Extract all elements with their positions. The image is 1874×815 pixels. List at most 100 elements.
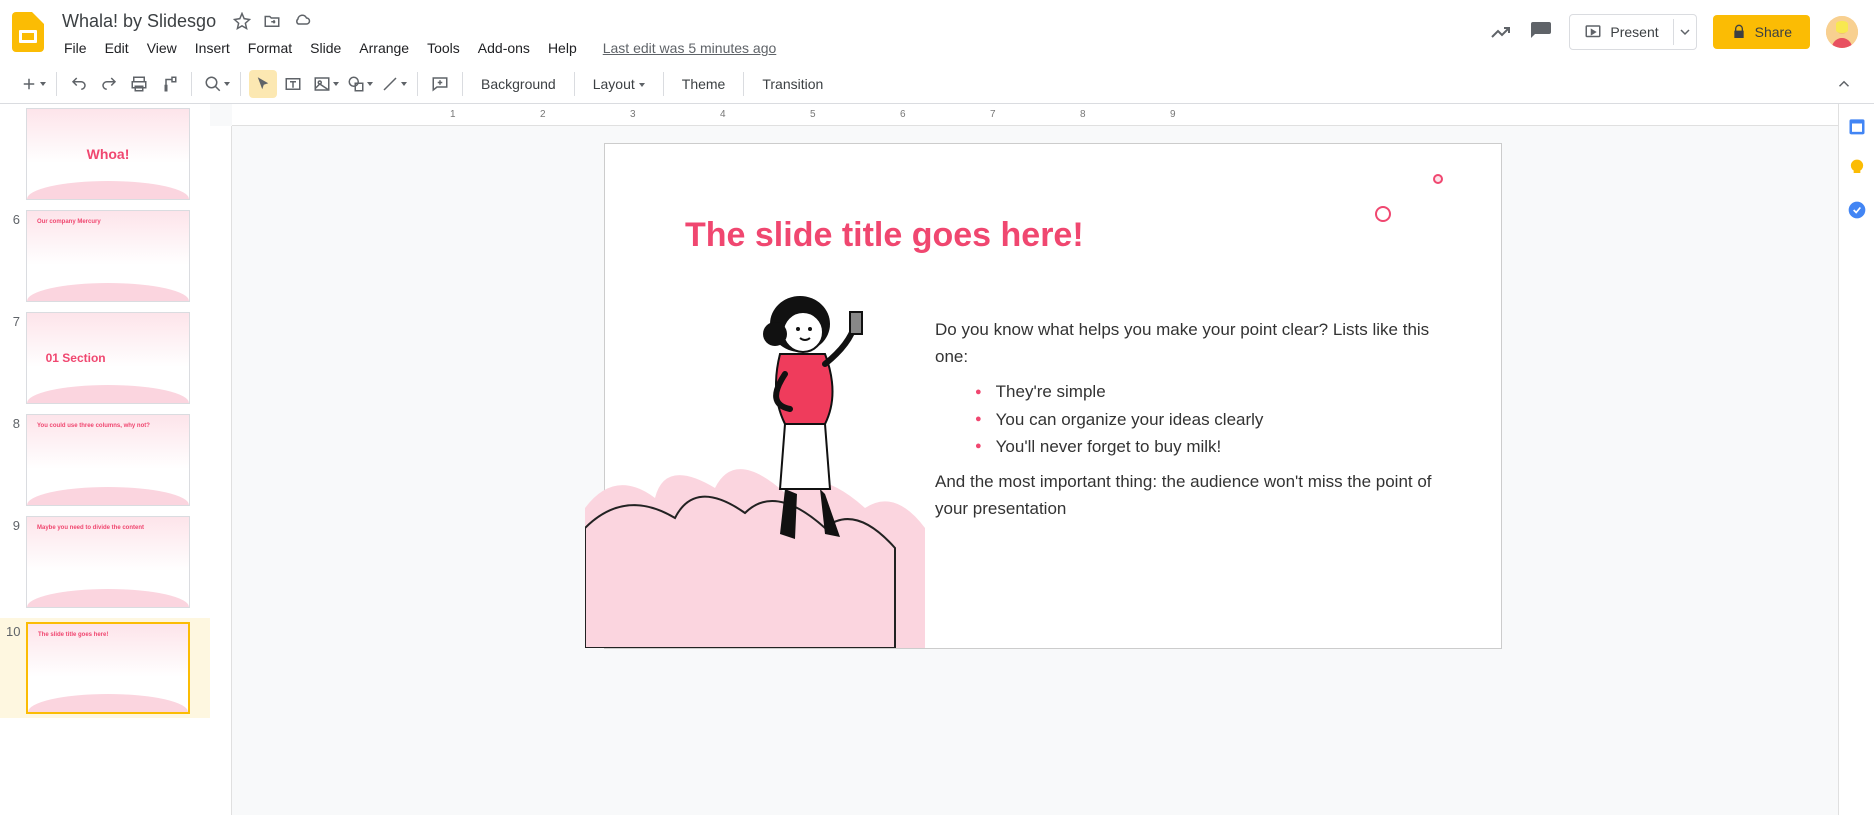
title-area: Whala! by Slidesgo File Edit View Insert… — [56, 8, 1489, 62]
vertical-ruler — [210, 126, 232, 815]
filmstrip-slide[interactable]: 7 01 Section — [0, 312, 210, 404]
slides-logo-icon[interactable] — [8, 12, 48, 52]
separator — [417, 72, 418, 96]
thumbnail-title: The slide title goes here! — [38, 632, 108, 638]
keep-addon-icon[interactable] — [1847, 158, 1867, 178]
slide-body[interactable]: Do you know what helps you make your poi… — [935, 316, 1441, 522]
filmstrip-slide[interactable]: Whoa! — [0, 108, 210, 200]
separator — [191, 72, 192, 96]
thumbnail-title: Maybe you need to divide the content — [37, 525, 144, 531]
tasks-addon-icon[interactable] — [1847, 200, 1867, 220]
collapse-toolbar-button[interactable] — [1830, 70, 1858, 98]
ruler-mark: 8 — [1080, 109, 1086, 120]
present-button[interactable]: Present — [1570, 15, 1672, 49]
thumbnail-title: Whoa! — [87, 146, 130, 162]
paint-format-button[interactable] — [155, 70, 183, 98]
account-avatar[interactable] — [1826, 16, 1858, 48]
lock-icon — [1731, 24, 1747, 40]
menu-help[interactable]: Help — [540, 36, 585, 60]
filmstrip-slide[interactable]: 10 The slide title goes here! — [0, 618, 210, 718]
comment-button[interactable] — [426, 70, 454, 98]
main-area: Whoa!6Our company Mercury701 Section8You… — [0, 104, 1874, 815]
slide-thumbnail[interactable]: Whoa! — [26, 108, 190, 200]
slide-number: 9 — [6, 516, 26, 533]
slide-canvas[interactable]: The slide title goes here! Do you know w… — [605, 144, 1501, 648]
slide-thumbnail[interactable]: 01 Section — [26, 312, 190, 404]
thumbnail-title: 01 Section — [46, 351, 106, 365]
ruler-mark: 3 — [630, 109, 636, 120]
bullet-item: You'll never forget to buy milk! — [975, 433, 1441, 460]
cloud-status-icon[interactable] — [292, 11, 312, 31]
slide-number: 10 — [6, 622, 26, 639]
share-button[interactable]: Share — [1713, 15, 1810, 49]
filmstrip-slide[interactable]: 6Our company Mercury — [0, 210, 210, 302]
shape-tool[interactable] — [343, 70, 375, 98]
ruler-mark: 7 — [990, 109, 996, 120]
menu-edit[interactable]: Edit — [97, 36, 137, 60]
canvas-viewport[interactable]: The slide title goes here! Do you know w… — [232, 126, 1874, 815]
present-dropdown[interactable] — [1673, 19, 1696, 45]
separator — [743, 72, 744, 96]
filmstrip[interactable]: Whoa!6Our company Mercury701 Section8You… — [0, 104, 210, 815]
image-tool[interactable] — [309, 70, 341, 98]
transition-button[interactable]: Transition — [752, 76, 833, 92]
slide-number: 7 — [6, 312, 26, 329]
slide-thumbnail[interactable]: Our company Mercury — [26, 210, 190, 302]
layout-button[interactable]: Layout — [583, 76, 655, 92]
comments-icon[interactable] — [1529, 20, 1553, 44]
last-edit-link[interactable]: Last edit was 5 minutes ago — [603, 40, 777, 56]
present-label: Present — [1610, 24, 1658, 40]
slide-thumbnail[interactable]: Maybe you need to divide the content — [26, 516, 190, 608]
header-actions: Present Share — [1489, 8, 1858, 50]
filmstrip-slide[interactable]: 8 You could use three columns, why not? — [0, 414, 210, 506]
slide-thumbnail[interactable]: The slide title goes here! — [26, 622, 190, 714]
calendar-addon-icon[interactable] — [1847, 116, 1867, 136]
present-icon — [1584, 23, 1602, 41]
star-icon[interactable] — [232, 11, 252, 31]
slide-title[interactable]: The slide title goes here! — [685, 216, 1084, 255]
select-tool[interactable] — [249, 70, 277, 98]
slide-thumbnail[interactable]: You could use three columns, why not? — [26, 414, 190, 506]
ruler-mark: 2 — [540, 109, 546, 120]
horizontal-ruler: 123456789 — [232, 104, 1874, 126]
theme-button[interactable]: Theme — [672, 76, 736, 92]
move-folder-icon[interactable] — [262, 11, 282, 31]
menu-insert[interactable]: Insert — [187, 36, 238, 60]
line-tool[interactable] — [377, 70, 409, 98]
separator — [240, 72, 241, 96]
thumbnail-title: You could use three columns, why not? — [37, 423, 150, 429]
redo-button[interactable] — [95, 70, 123, 98]
menu-format[interactable]: Format — [240, 36, 300, 60]
trend-icon[interactable] — [1489, 20, 1513, 44]
menu-slide[interactable]: Slide — [302, 36, 349, 60]
separator — [56, 72, 57, 96]
person-illustration — [725, 294, 885, 554]
zoom-button[interactable] — [200, 70, 232, 98]
document-title[interactable]: Whala! by Slidesgo — [56, 9, 222, 34]
canvas-area: 123456789 The slide title goes here! Do … — [210, 104, 1874, 815]
menu-tools[interactable]: Tools — [419, 36, 468, 60]
separator — [574, 72, 575, 96]
present-button-group: Present — [1569, 14, 1696, 50]
menu-addons[interactable]: Add-ons — [470, 36, 538, 60]
print-button[interactable] — [125, 70, 153, 98]
filmstrip-slide[interactable]: 9 Maybe you need to divide the content — [0, 516, 210, 608]
menu-file[interactable]: File — [56, 36, 95, 60]
slide-number: 6 — [6, 210, 26, 227]
ruler-mark: 4 — [720, 109, 726, 120]
slide-outro-text: And the most important thing: the audien… — [935, 468, 1441, 522]
decorative-circle-icon — [1375, 206, 1391, 222]
logo-area — [8, 8, 56, 52]
textbox-tool[interactable] — [279, 70, 307, 98]
background-button[interactable]: Background — [471, 76, 566, 92]
undo-button[interactable] — [65, 70, 93, 98]
decorative-circle-icon — [1433, 174, 1443, 184]
new-slide-button[interactable] — [16, 70, 48, 98]
menu-arrange[interactable]: Arrange — [351, 36, 417, 60]
ruler-mark: 1 — [450, 109, 456, 120]
menu-view[interactable]: View — [139, 36, 185, 60]
slide-bullet-list: They're simpleYou can organize your idea… — [975, 378, 1441, 460]
bullet-item: They're simple — [975, 378, 1441, 405]
slide-number: 8 — [6, 414, 26, 431]
side-panel — [1838, 104, 1874, 815]
